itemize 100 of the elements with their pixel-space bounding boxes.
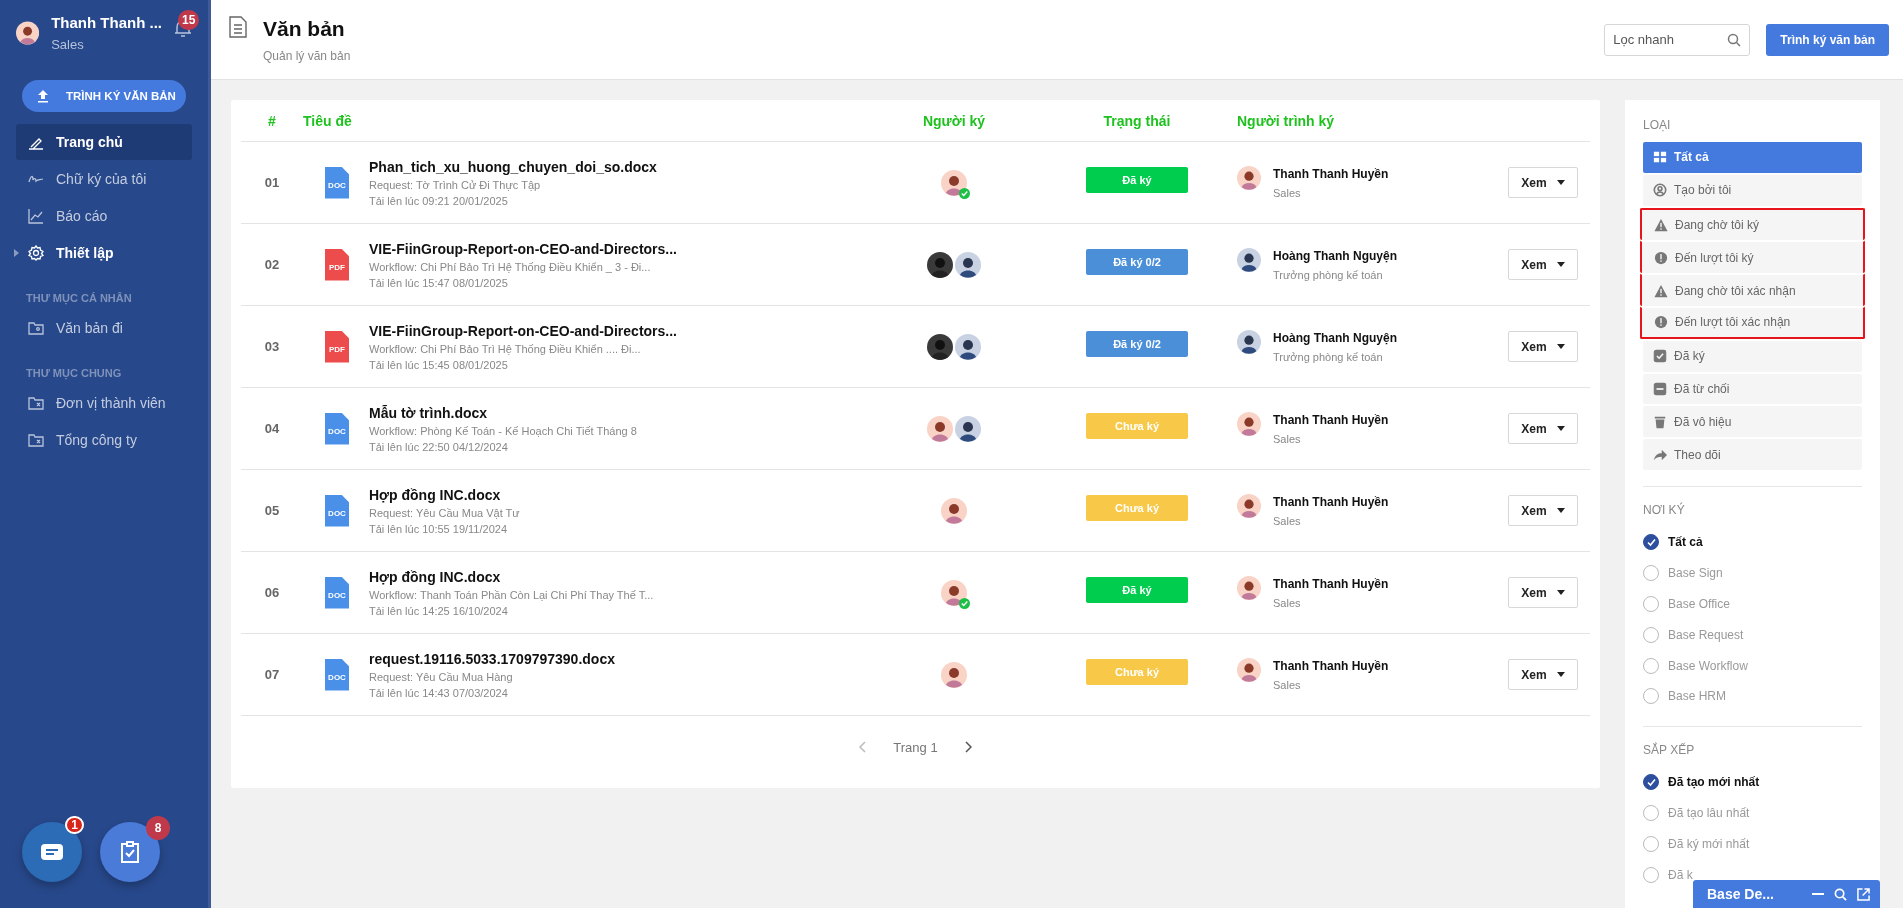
clipboard-check-icon bbox=[121, 841, 139, 863]
alert-icon bbox=[1654, 315, 1668, 330]
column-header: Trạng thái bbox=[1102, 112, 1172, 129]
submitter-role: Sales bbox=[1273, 597, 1302, 609]
row-number: 04 bbox=[263, 421, 281, 436]
external-link-icon[interactable] bbox=[1857, 887, 1870, 901]
folder-icon bbox=[28, 320, 44, 336]
nav-item[interactable]: Văn bản đi bbox=[16, 310, 192, 346]
upload-time: Tải lên lúc 14:25 16/10/2024 bbox=[369, 604, 509, 617]
avatar bbox=[955, 251, 981, 278]
filter-item[interactable]: Theo dõi bbox=[1643, 439, 1862, 470]
radio-button[interactable] bbox=[1643, 626, 1659, 643]
view-dropdown-button[interactable]: Xem bbox=[1508, 331, 1578, 362]
row-number: 05 bbox=[263, 503, 281, 518]
radio-label: Đã tạo mới nhất bbox=[1668, 775, 1760, 790]
document-title[interactable]: VIE-FiinGroup-Report-on-CEO-and-Directors... bbox=[369, 322, 677, 339]
avatar bbox=[941, 579, 967, 606]
section-heading: THƯ MỤC CÁ NHÂN bbox=[26, 292, 133, 304]
document-title[interactable]: request.19116.5033.1709797390.docx bbox=[369, 650, 615, 667]
filter-item[interactable]: Đến lượt tôi ký bbox=[1640, 240, 1865, 274]
status-badge: Đã ký 0/2 bbox=[1086, 330, 1188, 357]
radio-button[interactable] bbox=[1643, 774, 1659, 791]
status-badge: Chưa ký bbox=[1086, 494, 1188, 521]
nav-item[interactable]: Thiết lập bbox=[16, 235, 192, 271]
nav-item[interactable]: Chữ ký của tôi bbox=[16, 161, 192, 197]
status-badge: Đã ký 0/2 bbox=[1086, 248, 1188, 275]
tasks-button[interactable] bbox=[100, 822, 160, 882]
submitter-role: Trưởng phòng kế toán bbox=[1273, 269, 1384, 281]
radio-label: Base Workflow bbox=[1668, 658, 1748, 673]
avatar bbox=[955, 333, 981, 360]
user-name: Thanh Thanh ... bbox=[51, 14, 162, 31]
view-dropdown-button[interactable]: Xem bbox=[1508, 249, 1578, 280]
document-source: Request: Tờ Trình Cử Đi Thực Tập bbox=[369, 178, 542, 191]
avatar bbox=[1237, 658, 1261, 682]
filter-item[interactable]: Đã từ chối bbox=[1643, 373, 1862, 405]
radio-label: Tất cả bbox=[1668, 535, 1703, 550]
submitter-role: Sales bbox=[1273, 433, 1302, 445]
signed-check-icon bbox=[959, 597, 970, 609]
status-badge: Đã ký bbox=[1086, 166, 1188, 193]
notification-badge: 15 bbox=[178, 10, 200, 30]
submitter-name: Hoàng Thanh Nguyện bbox=[1273, 249, 1397, 263]
avatar bbox=[1237, 576, 1261, 600]
radio-button[interactable] bbox=[1643, 835, 1659, 852]
filter-item[interactable]: Tạo bởi tôi bbox=[1643, 174, 1862, 206]
file-type-icon: DOC bbox=[325, 494, 349, 527]
caret-icon bbox=[1556, 508, 1565, 513]
search-field[interactable]: Lọc nhanh bbox=[1604, 23, 1751, 56]
document-title[interactable]: Hợp đồng INC.docx bbox=[369, 568, 654, 585]
submitter-name: Thanh Thanh Huyền bbox=[1273, 413, 1389, 427]
radio-button[interactable] bbox=[1643, 866, 1659, 883]
page-subtitle: Quản lý văn bản bbox=[263, 48, 352, 63]
radio-button[interactable] bbox=[1643, 534, 1659, 551]
caret-icon bbox=[14, 249, 20, 257]
nav-item[interactable]: Trang chủ bbox=[16, 124, 192, 160]
radio-label: Đã ký mới nhất bbox=[1668, 836, 1750, 851]
radio-button[interactable] bbox=[1643, 565, 1659, 582]
nav-item[interactable]: Tổng công ty bbox=[16, 422, 192, 458]
document-source: Request: Yêu Cầu Mua Vật Tư bbox=[369, 506, 520, 519]
chart-icon bbox=[28, 208, 44, 224]
filter-item[interactable]: Đang chờ tôi xác nhận bbox=[1640, 273, 1865, 306]
filter-item[interactable]: Đã ký bbox=[1643, 340, 1862, 372]
radio-label: Base Sign bbox=[1668, 566, 1723, 581]
caret-icon bbox=[1556, 590, 1565, 595]
radio-button[interactable] bbox=[1643, 595, 1659, 612]
document-title[interactable]: VIE-FiinGroup-Report-on-CEO-and-Directors... bbox=[369, 240, 677, 257]
document-title[interactable]: Mẫu tờ trình.docx bbox=[369, 404, 637, 421]
radio-button[interactable] bbox=[1643, 688, 1659, 705]
filter-item[interactable]: Đang chờ tôi ký bbox=[1640, 207, 1865, 241]
caret-icon bbox=[1556, 672, 1565, 677]
submit-document-button[interactable]: Trình ký văn bản bbox=[1766, 23, 1889, 56]
radio-button[interactable] bbox=[1643, 657, 1659, 674]
view-dropdown-button[interactable]: Xem bbox=[1508, 167, 1578, 198]
chat-bar[interactable]: Base De... bbox=[1693, 880, 1880, 908]
radio-label: Đã k bbox=[1668, 867, 1693, 882]
filter-item[interactable]: Đến lượt tôi xác nhận bbox=[1640, 306, 1865, 339]
chat-button[interactable] bbox=[22, 822, 82, 882]
view-dropdown-button[interactable]: Xem bbox=[1508, 577, 1578, 608]
document-title[interactable]: Phan_tich_xu_huong_chuyen_doi_so.docx bbox=[369, 158, 657, 175]
view-dropdown-button[interactable]: Xem bbox=[1508, 413, 1578, 444]
submitter-name: Thanh Thanh Huyền bbox=[1273, 659, 1389, 673]
filter-item[interactable]: Tất cả bbox=[1643, 142, 1862, 173]
submit-document-button[interactable]: TRÌNH KÝ VĂN BẢN bbox=[22, 80, 186, 112]
chat-title: Base De... bbox=[1707, 886, 1775, 902]
view-dropdown-button[interactable]: Xem bbox=[1508, 659, 1578, 690]
minus-icon bbox=[1653, 382, 1667, 396]
search-icon[interactable] bbox=[1834, 887, 1847, 901]
nav-item[interactable]: Báo cáo bbox=[16, 198, 192, 234]
file-type-icon: PDF bbox=[325, 330, 349, 363]
submitter-name: Hoàng Thanh Nguyện bbox=[1273, 331, 1397, 345]
document-title[interactable]: Hợp đồng INC.docx bbox=[369, 486, 520, 503]
upload-time: Tải lên lúc 09:21 20/01/2025 bbox=[369, 194, 509, 207]
view-dropdown-button[interactable]: Xem bbox=[1508, 495, 1578, 526]
folder-icon bbox=[28, 432, 44, 448]
upload-time: Tải lên lúc 14:43 07/03/2024 bbox=[369, 686, 509, 699]
grid-icon bbox=[1653, 150, 1667, 165]
document-source: Workflow: Chi Phí Bảo Trì Hệ Thống Điều Khiển _ 3 - Đi... bbox=[369, 260, 652, 273]
nav-item[interactable]: Đơn vị thành viên bbox=[16, 385, 192, 421]
upload-time: Tải lên lúc 10:55 19/11/2024 bbox=[369, 522, 508, 535]
filter-item[interactable]: Đã vô hiệu bbox=[1643, 406, 1862, 438]
radio-button[interactable] bbox=[1643, 804, 1659, 821]
